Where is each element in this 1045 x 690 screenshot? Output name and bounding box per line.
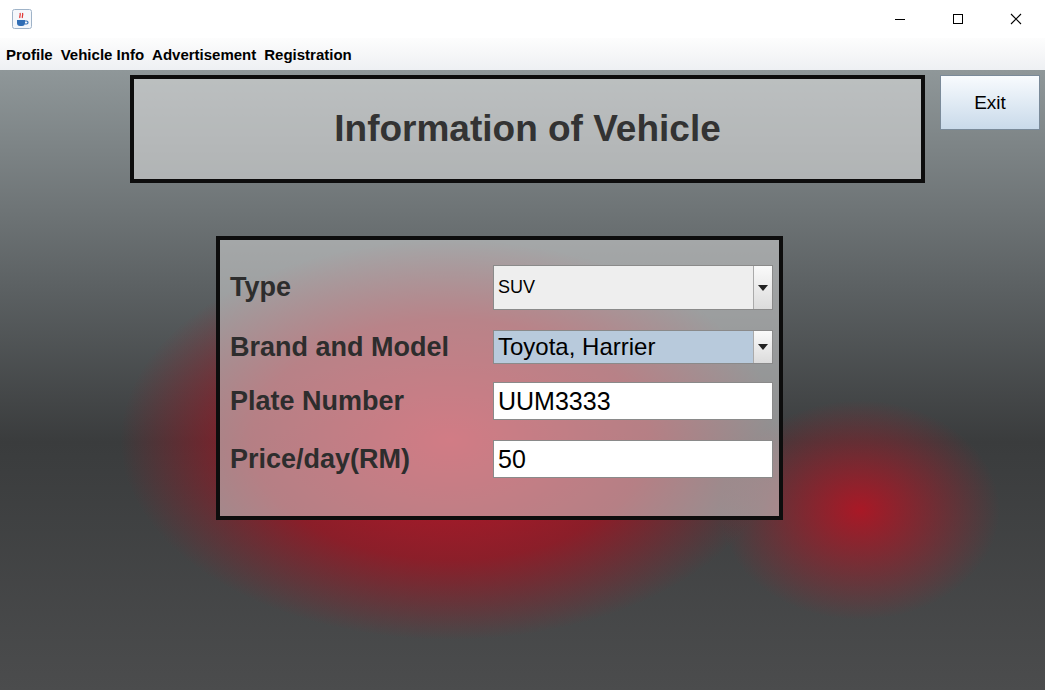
- form-row: Price/day(RM)50: [226, 440, 773, 478]
- menu-item[interactable]: Registration: [260, 42, 356, 67]
- header-panel: Information of Vehicle: [130, 75, 925, 183]
- form-row: Plate NumberUUM3333: [226, 382, 773, 420]
- close-icon[interactable]: [987, 0, 1045, 38]
- field-value[interactable]: 50: [494, 443, 772, 476]
- menu-bar: ProfileVehicle InfoAdvertisementRegistra…: [0, 38, 1045, 70]
- combo-box[interactable]: SUV: [493, 265, 773, 310]
- vehicle-form: TypeSUVBrand and ModelToyota, HarrierPla…: [216, 236, 783, 520]
- java-icon: [12, 9, 32, 29]
- field-value[interactable]: UUM3333: [494, 385, 772, 418]
- field-label: Brand and Model: [226, 332, 493, 363]
- top-row: Information of Vehicle Exit: [0, 75, 1045, 183]
- maximize-icon[interactable]: [929, 0, 987, 38]
- background-photo: Information of Vehicle Exit TypeSUV Brand a…: [0, 70, 1045, 690]
- exit-button[interactable]: Exit: [940, 75, 1040, 130]
- menu-item[interactable]: Advertisement: [148, 42, 260, 67]
- field-value: SUV: [494, 275, 753, 300]
- dropdown-arrow-icon[interactable]: [753, 331, 772, 363]
- field-value: Toyota, Harrier: [494, 331, 753, 363]
- menu-item[interactable]: Vehicle Info: [57, 42, 148, 67]
- form-row: TypeSUV: [226, 265, 773, 310]
- combo-box[interactable]: Toyota, Harrier: [493, 330, 773, 364]
- header-title: Information of Vehicle: [334, 108, 721, 150]
- dropdown-arrow-icon[interactable]: [753, 266, 772, 309]
- field-label: Type: [226, 272, 493, 303]
- minimize-icon[interactable]: [871, 0, 929, 38]
- text-field[interactable]: 50: [493, 440, 773, 478]
- form-row: Brand and ModelToyota, Harrier: [226, 330, 773, 364]
- window-controls: [871, 0, 1045, 38]
- title-bar: [0, 0, 1045, 38]
- field-label: Price/day(RM): [226, 444, 493, 475]
- field-label: Plate Number: [226, 386, 493, 417]
- text-field[interactable]: UUM3333: [493, 382, 773, 420]
- menu-item[interactable]: Profile: [2, 42, 57, 67]
